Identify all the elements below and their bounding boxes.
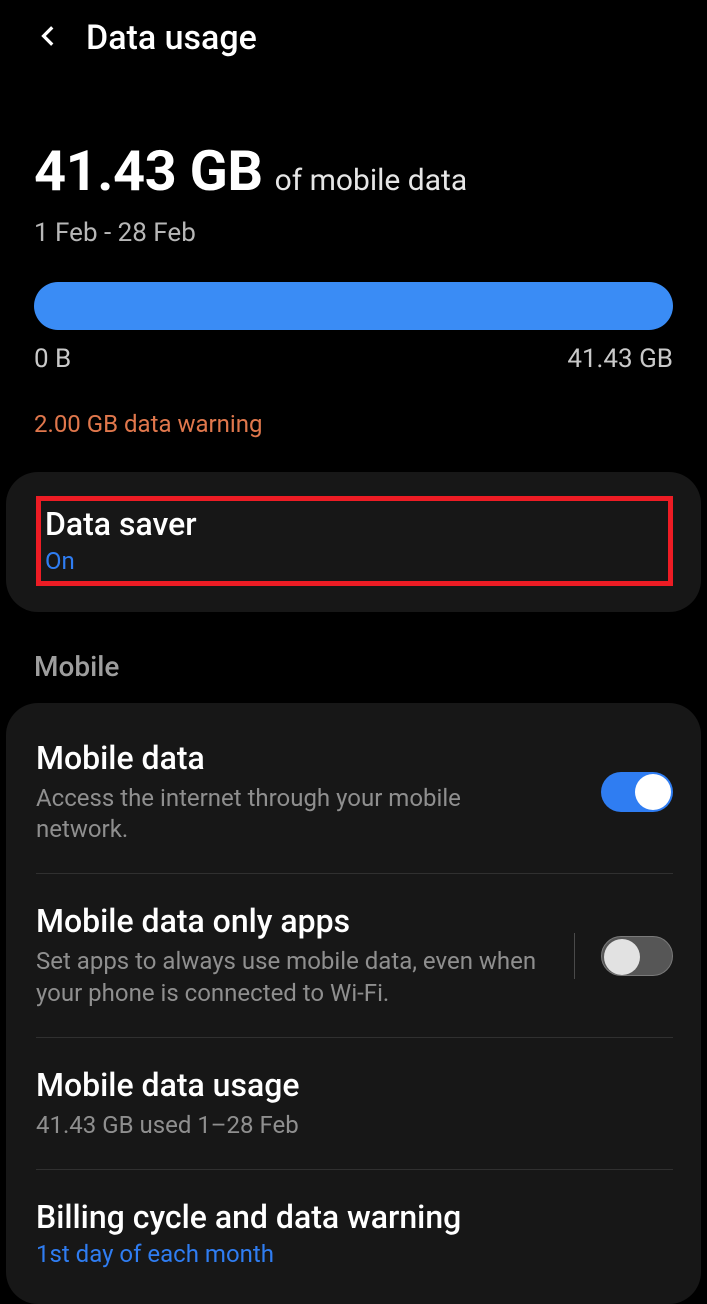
- mobile-card: Mobile data Access the internet through …: [6, 703, 701, 1304]
- data-warning-label: 2.00 GB data warning: [34, 410, 673, 438]
- mobile-data-row[interactable]: Mobile data Access the internet through …: [36, 711, 673, 873]
- usage-max-label: 41.43 GB: [567, 344, 673, 374]
- billing-desc: 1st day of each month: [36, 1240, 673, 1268]
- vertical-separator: [574, 933, 575, 979]
- usage-progress-bar[interactable]: [34, 282, 673, 330]
- usage-suffix: of mobile data: [275, 163, 468, 198]
- billing-title: Billing cycle and data warning: [36, 1198, 673, 1236]
- data-saver-title: Data saver: [45, 505, 662, 543]
- mobile-data-usage-row[interactable]: Mobile data usage 41.43 GB used 1–28 Feb: [36, 1037, 673, 1169]
- mobile-usage-desc: 41.43 GB used 1–28 Feb: [36, 1110, 546, 1141]
- mobile-data-toggle[interactable]: [601, 772, 673, 812]
- mobile-data-only-apps-row[interactable]: Mobile data only apps Set apps to always…: [36, 873, 673, 1036]
- billing-cycle-row[interactable]: Billing cycle and data warning 1st day o…: [36, 1169, 673, 1296]
- section-mobile-label: Mobile: [34, 650, 707, 683]
- data-saver-card[interactable]: Data saver On: [6, 472, 701, 612]
- usage-min-label: 0 B: [34, 344, 71, 374]
- only-apps-toggle[interactable]: [601, 936, 673, 976]
- mobile-usage-title: Mobile data usage: [36, 1066, 673, 1104]
- only-apps-title: Mobile data only apps: [36, 902, 554, 940]
- only-apps-desc: Set apps to always use mobile data, even…: [36, 946, 546, 1008]
- usage-range: 1 Feb - 28 Feb: [34, 218, 673, 248]
- mobile-data-desc: Access the internet through your mobile …: [36, 783, 546, 845]
- usage-summary: 41.43 GB of mobile data 1 Feb - 28 Feb 0…: [0, 76, 707, 448]
- mobile-data-title: Mobile data: [36, 739, 581, 777]
- page-title: Data usage: [86, 18, 257, 58]
- data-saver-status: On: [45, 547, 662, 575]
- highlight-box: Data saver On: [36, 496, 673, 586]
- usage-amount: 41.43 GB: [34, 138, 263, 204]
- back-icon[interactable]: [36, 23, 62, 53]
